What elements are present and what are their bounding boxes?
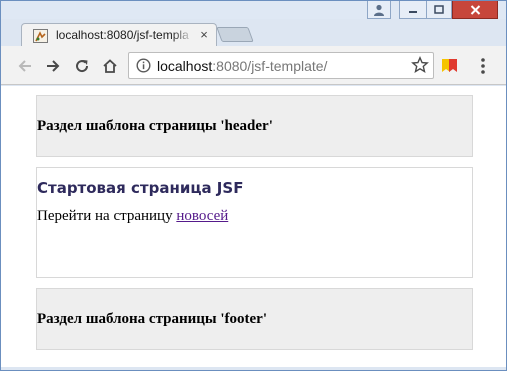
favicon-icon [33, 29, 48, 43]
forward-arrow-icon [47, 60, 60, 72]
reload-icon [76, 60, 89, 73]
forward-button[interactable] [42, 55, 64, 77]
minimize-icon [409, 10, 417, 13]
maximize-button[interactable] [426, 1, 452, 19]
template-header-section: Раздел шаблона страницы 'header' [36, 95, 473, 157]
header-section-text: Раздел шаблона страницы 'header' [37, 118, 273, 134]
close-icon [470, 4, 480, 15]
user-profile-button[interactable] [367, 1, 391, 19]
minimize-button[interactable] [399, 1, 426, 19]
goto-text: Перейти на страницу [37, 208, 177, 224]
home-icon [103, 59, 117, 73]
goto-line: Перейти на страницу новосей [37, 208, 228, 225]
address-bar[interactable]: localhost:8080/jsf-template/ [128, 52, 434, 79]
info-icon[interactable] [136, 58, 151, 73]
template-footer-section: Раздел шаблона страницы 'footer' [36, 288, 473, 350]
footer-section-text: Раздел шаблона страницы 'footer' [37, 311, 268, 327]
news-link[interactable]: новосей [176, 208, 228, 224]
page-title: Стартовая страница JSF [37, 179, 244, 197]
back-button[interactable] [14, 55, 36, 77]
template-content-section: Стартовая страница JSF Перейти на страни… [36, 167, 473, 278]
kebab-menu-icon[interactable] [477, 56, 489, 76]
back-arrow-icon [18, 60, 31, 72]
url-host: localhost [157, 58, 213, 74]
url-path: :8080/jsf-template/ [212, 58, 328, 74]
url-text[interactable]: localhost:8080/jsf-template/ [157, 58, 327, 75]
maximize-icon [434, 5, 444, 14]
active-tab[interactable]: localhost:8080/jsf-templa × [21, 23, 217, 47]
reload-button[interactable] [71, 55, 93, 77]
close-window-button[interactable] [452, 1, 498, 19]
tab-title: localhost:8080/jsf-templa [56, 28, 189, 42]
tab-strip: localhost:8080/jsf-templa × [1, 19, 506, 47]
star-icon[interactable] [411, 56, 429, 74]
title-bar [1, 1, 506, 19]
page-viewport: Раздел шаблона страницы 'header' Стартов… [1, 86, 506, 367]
user-icon [374, 4, 384, 16]
browser-toolbar: localhost:8080/jsf-template/ [1, 46, 506, 85]
bookmark-extension-icon[interactable] [441, 58, 458, 73]
new-tab-button[interactable] [216, 27, 254, 42]
tab-title-fade [172, 26, 194, 46]
home-button[interactable] [99, 55, 121, 77]
window-bottom-border [1, 367, 506, 370]
tab-close-icon[interactable]: × [197, 27, 211, 43]
